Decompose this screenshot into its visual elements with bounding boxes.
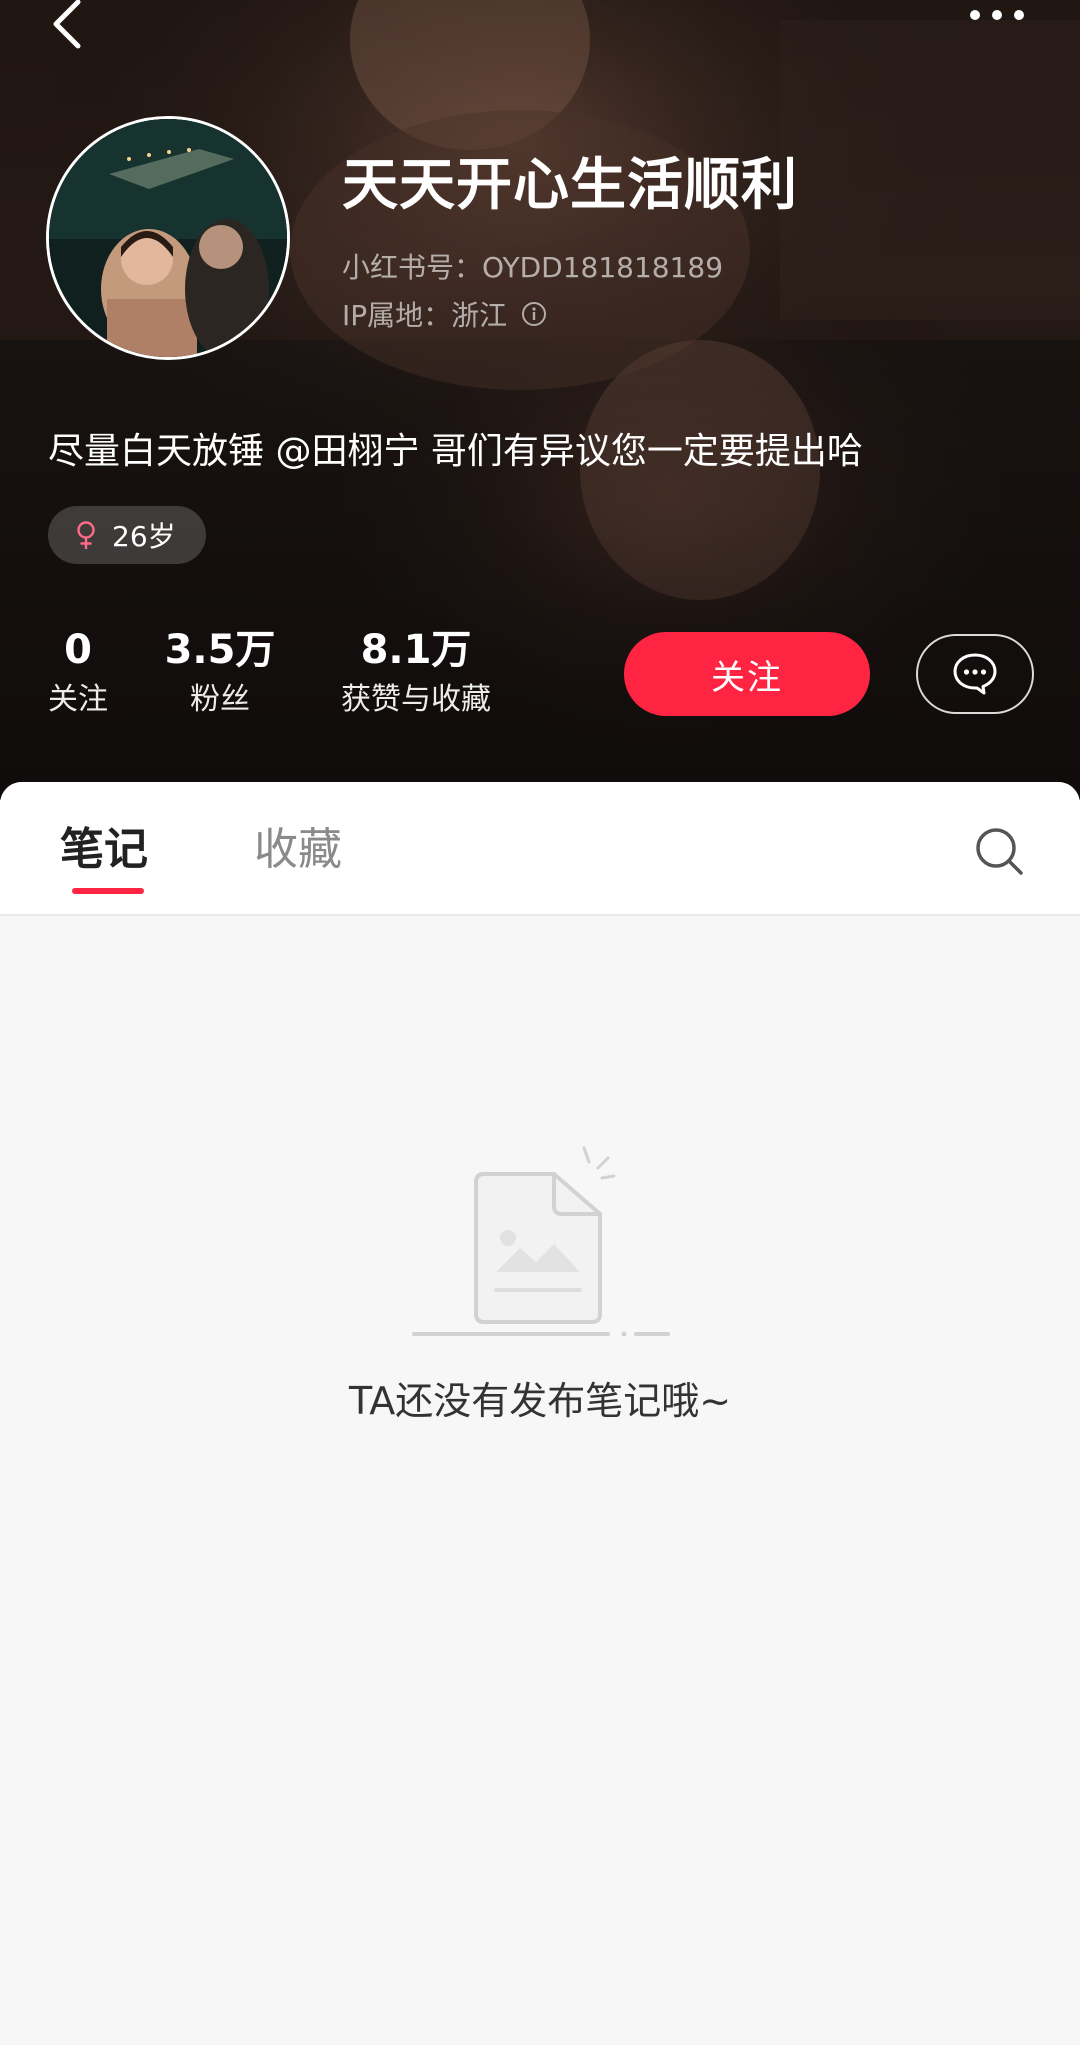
stat-followers[interactable]: 3.5万 粉丝 xyxy=(156,624,284,724)
username: 天天开心生活顺利 xyxy=(342,153,798,218)
profile-header: 天天开心生活顺利 小红书号：OYDD181818189 IP属地：浙江 尽量白天… xyxy=(0,0,1080,800)
chat-button[interactable] xyxy=(916,634,1034,714)
followers-label: 粉丝 xyxy=(190,682,250,717)
account-id: 小红书号：OYDD181818189 xyxy=(342,251,724,284)
more-icon[interactable] xyxy=(960,0,1040,40)
chat-bubble-icon xyxy=(953,653,997,695)
profile-bio: 尽量白天放锤 @田栩宁 哥们有异议您一定要提出哈 xyxy=(48,431,863,472)
stat-following[interactable]: 0 关注 xyxy=(38,624,118,724)
ip-location: IP属地：浙江 xyxy=(342,299,508,332)
avatar[interactable] xyxy=(46,116,290,360)
followers-count: 3.5万 xyxy=(164,627,276,673)
top-bar xyxy=(0,0,1080,60)
tab-notes[interactable]: 笔记 xyxy=(60,822,148,878)
active-tab-indicator xyxy=(72,888,144,894)
back-icon[interactable] xyxy=(40,0,100,60)
stat-likes[interactable]: 8.1万 获赞与收藏 xyxy=(326,624,506,724)
female-icon xyxy=(77,521,95,549)
ip-location-row: IP属地：浙江 xyxy=(342,294,547,334)
info-icon[interactable] xyxy=(521,301,547,327)
likes-label: 获赞与收藏 xyxy=(341,682,491,717)
likes-count: 8.1万 xyxy=(360,627,472,673)
follow-button[interactable]: 关注 xyxy=(624,632,870,716)
tab-favorites[interactable]: 收藏 xyxy=(254,822,342,878)
search-icon[interactable] xyxy=(972,824,1028,880)
content-panel: 笔记 收藏 TA还没有发布笔记哦~ xyxy=(0,782,1080,2045)
tab-bar: 笔记 收藏 xyxy=(0,782,1080,916)
empty-state-message: TA还没有发布笔记哦~ xyxy=(348,1379,732,1423)
age-tag: 26岁 xyxy=(48,506,206,564)
following-count: 0 xyxy=(64,627,92,673)
following-label: 关注 xyxy=(48,682,108,717)
empty-document-icon xyxy=(412,1146,670,1337)
age-label: 26岁 xyxy=(112,520,176,553)
